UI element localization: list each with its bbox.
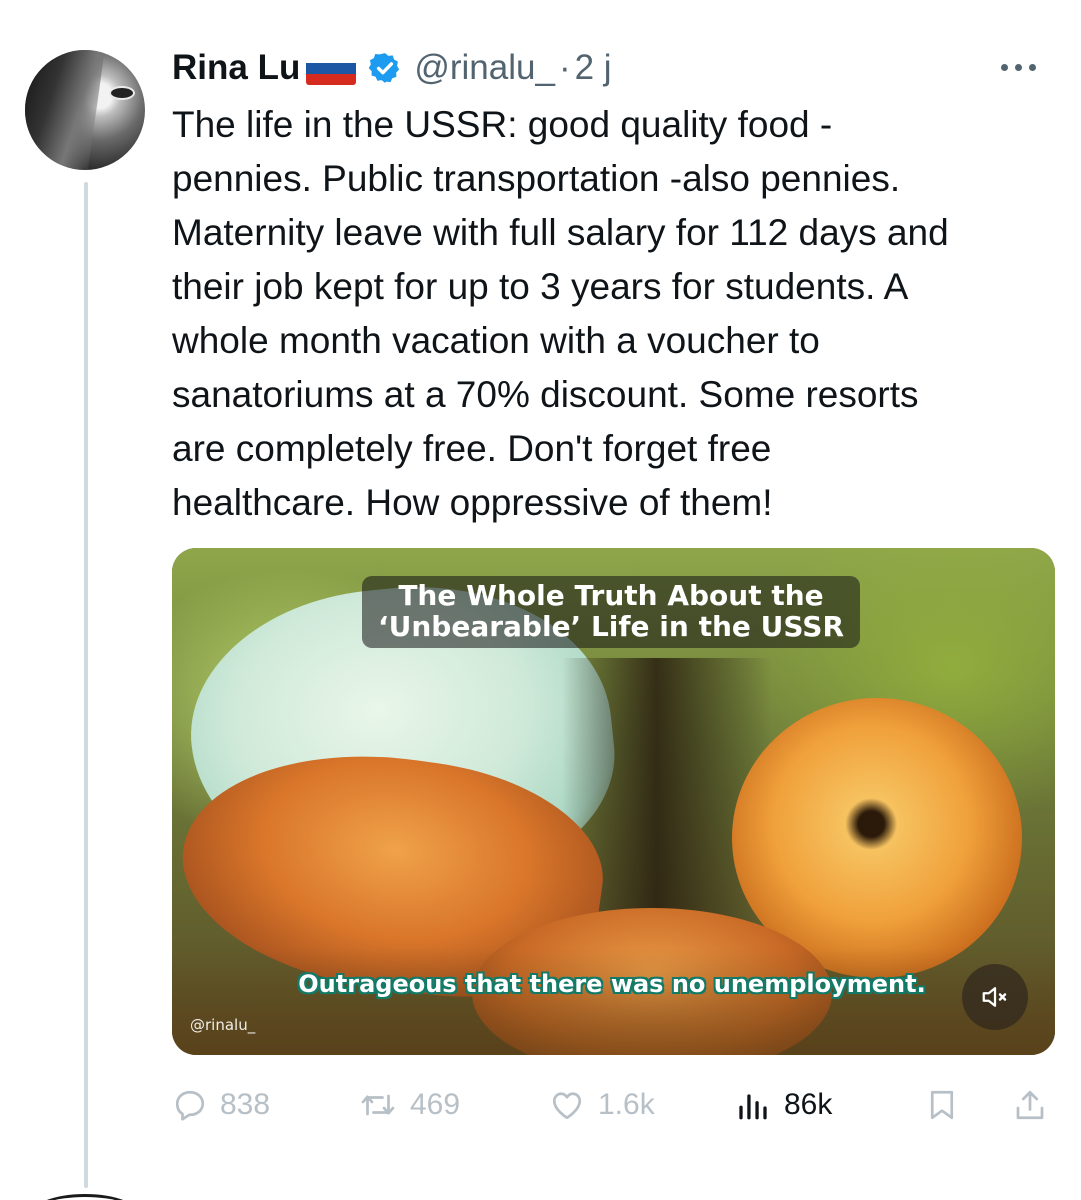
volume-muted-icon: [982, 987, 1007, 1007]
share-button[interactable]: [1012, 1080, 1048, 1130]
heart-icon: [552, 1092, 582, 1120]
action-bar: 838 469 1.6k 86k: [172, 1080, 1052, 1130]
tweet-header: Rina Lu @rinalu_ · 2 j: [172, 44, 612, 92]
tweet[interactable]: Rina Lu @rinalu_ · 2 j The life in the U…: [0, 0, 1081, 1200]
video-caption: Outrageous that there was no unemploymen…: [298, 970, 926, 998]
repost-count: 469: [410, 1088, 461, 1121]
share-icon: [1016, 1090, 1044, 1120]
video-watermark: @rinalu_: [190, 1016, 256, 1034]
tweet-text: The life in the USSR: good quality food …: [172, 104, 949, 523]
author-handle[interactable]: @rinalu_: [414, 48, 555, 88]
more-options-icon[interactable]: [986, 52, 1050, 82]
next-avatar[interactable]: [30, 1194, 140, 1200]
like-count: 1.6k: [598, 1088, 655, 1121]
video-title-overlay: The Whole Truth About the ‘Unbearable’ L…: [362, 576, 860, 648]
bookmark-icon: [930, 1090, 954, 1120]
views-count: 86k: [784, 1088, 833, 1121]
display-name[interactable]: Rina Lu: [172, 48, 300, 88]
reply-button[interactable]: 838: [172, 1080, 270, 1130]
timestamp[interactable]: 2 j: [575, 48, 612, 88]
reply-count: 838: [220, 1088, 271, 1121]
video-player[interactable]: The Whole Truth About the ‘Unbearable’ L…: [172, 548, 1055, 1055]
like-button[interactable]: 1.6k: [548, 1080, 655, 1130]
russia-flag-icon: [306, 51, 357, 85]
mute-button[interactable]: [962, 964, 1028, 1030]
reply-icon: [175, 1090, 205, 1121]
verified-badge-icon[interactable]: [368, 51, 402, 85]
separator-dot: ·: [558, 48, 571, 87]
views-button[interactable]: 86k: [734, 1080, 832, 1130]
bookmark-button[interactable]: [924, 1080, 960, 1130]
repost-icon: [361, 1094, 395, 1116]
thread-line: [84, 182, 88, 1188]
views-icon: [739, 1094, 767, 1120]
avatar[interactable]: [25, 50, 145, 170]
repost-button[interactable]: 469: [358, 1080, 460, 1130]
